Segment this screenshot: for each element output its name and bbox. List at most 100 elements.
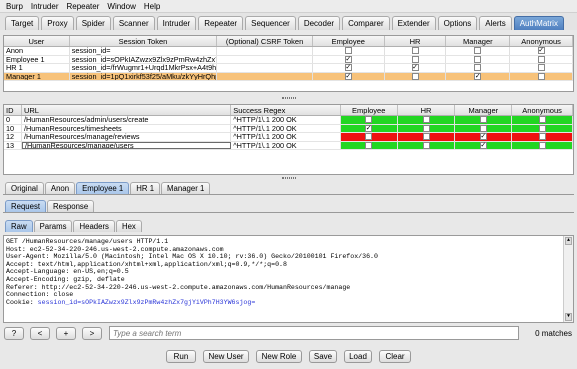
user-tab-original[interactable]: Original: [5, 182, 44, 194]
column-header-user[interactable]: User: [4, 36, 70, 46]
role-checkbox[interactable]: [538, 116, 546, 124]
role-checkbox[interactable]: ✓: [344, 64, 352, 72]
role-checkbox[interactable]: [479, 124, 487, 132]
tab-scanner[interactable]: Scanner: [112, 16, 155, 30]
role-checkbox[interactable]: ✓: [537, 47, 545, 55]
request-url[interactable]: /HumanResources/timesheets: [22, 124, 232, 132]
add-match-button[interactable]: +: [56, 326, 76, 340]
menu-window[interactable]: Window: [107, 2, 135, 11]
role-checkbox[interactable]: [537, 55, 545, 63]
request-row[interactable]: 13/HumanResources/manage/users ^HTTP/1\.1…: [4, 141, 573, 150]
splitter-handle[interactable]: [0, 95, 577, 100]
tab-response[interactable]: Response: [47, 200, 95, 212]
request-url[interactable]: /HumanResources/manage/reviews: [22, 133, 232, 141]
run-button[interactable]: Run: [166, 350, 196, 363]
tab-extender[interactable]: Extender: [391, 16, 436, 30]
role-checkbox[interactable]: [422, 124, 430, 132]
user-tab-hr-1[interactable]: HR 1: [130, 182, 161, 194]
role-checkbox[interactable]: [422, 141, 430, 149]
session-token[interactable]: session_id=sOPkIAZwzx9Zlx9zPmRw4zhZx7gjY…: [70, 55, 218, 63]
user-row[interactable]: Employee 1 session_id=sOPkIAZwzx9Zlx9zPmR…: [4, 55, 574, 64]
column-header-id[interactable]: ID: [4, 105, 22, 115]
role-checkbox[interactable]: [365, 116, 373, 124]
role-checkbox[interactable]: ✓: [474, 72, 482, 80]
user-tab-manager-1[interactable]: Manager 1: [161, 182, 211, 194]
user-tab-employee-1[interactable]: Employee 1: [76, 182, 130, 194]
tab-alerts[interactable]: Alerts: [479, 16, 512, 30]
scroll-down-icon[interactable]: ▼: [565, 313, 572, 321]
csrf-token[interactable]: [217, 72, 313, 80]
user-row[interactable]: Anon session_id= ✓: [4, 47, 574, 56]
role-checkbox[interactable]: [344, 47, 352, 55]
role-checkbox[interactable]: ✓: [344, 55, 352, 63]
request-url[interactable]: /HumanResources/admin/users/create: [22, 116, 232, 124]
tab-params[interactable]: Params: [33, 220, 73, 232]
role-checkbox[interactable]: ✓: [365, 124, 373, 132]
column-header-anonymous[interactable]: Anonymous: [512, 105, 573, 115]
tab-options[interactable]: Options: [437, 16, 478, 30]
csrf-token[interactable]: [217, 64, 313, 72]
clear-button[interactable]: Clear: [379, 350, 411, 363]
tab-target[interactable]: Target: [5, 16, 40, 30]
role-checkbox[interactable]: ✓: [479, 141, 487, 149]
column-header-manager[interactable]: Manager: [446, 36, 511, 46]
success-regex[interactable]: ^HTTP/1\.1 200 OK: [231, 133, 341, 141]
save-button[interactable]: Save: [309, 350, 337, 363]
menu-repeater[interactable]: Repeater: [66, 2, 99, 11]
help-button[interactable]: ?: [4, 326, 24, 340]
column-header-hr[interactable]: HR: [398, 105, 456, 115]
tab-repeater[interactable]: Repeater: [198, 16, 244, 30]
new-user-button[interactable]: New User: [203, 350, 249, 363]
tab-intruder[interactable]: Intruder: [156, 16, 197, 30]
new-role-button[interactable]: New Role: [256, 350, 302, 363]
menu-burp[interactable]: Burp: [6, 2, 23, 11]
column-header-employee[interactable]: Employee: [341, 105, 398, 115]
role-checkbox[interactable]: [411, 47, 419, 55]
role-checkbox[interactable]: ✓: [411, 64, 419, 72]
role-checkbox[interactable]: [365, 133, 373, 141]
raw-request-editor[interactable]: GET /HumanResources/manage/users HTTP/1.…: [3, 235, 574, 323]
user-row[interactable]: Manager 1 session_id=1pQ1xirkf53f25/aMku/…: [4, 72, 574, 81]
column-header-url[interactable]: URL: [22, 105, 232, 115]
scrollbar[interactable]: ▲ ▼: [563, 236, 573, 322]
success-regex[interactable]: ^HTTP/1\.1 200 OK: [231, 124, 341, 132]
role-checkbox[interactable]: [411, 55, 419, 63]
tab-spider[interactable]: Spider: [75, 16, 111, 30]
column-header-employee[interactable]: Employee: [313, 36, 385, 46]
tab-headers[interactable]: Headers: [73, 220, 115, 232]
role-checkbox[interactable]: [537, 72, 545, 80]
column-header-optional-csrf-token[interactable]: (Optional) CSRF Token: [217, 36, 313, 46]
column-header-hr[interactable]: HR: [385, 36, 447, 46]
role-checkbox[interactable]: ✓: [344, 72, 352, 80]
user-row[interactable]: HR 1 session_id=/frWugmr1+Urqd1MkrPsx+A4t…: [4, 64, 574, 73]
role-checkbox[interactable]: [474, 55, 482, 63]
column-header-manager[interactable]: Manager: [455, 105, 513, 115]
menu-help[interactable]: Help: [144, 2, 160, 11]
role-checkbox[interactable]: [422, 116, 430, 124]
role-checkbox[interactable]: [474, 47, 482, 55]
tab-decoder[interactable]: Decoder: [297, 16, 341, 30]
role-checkbox[interactable]: ✓: [479, 133, 487, 141]
tab-raw[interactable]: Raw: [5, 220, 33, 232]
success-regex[interactable]: ^HTTP/1\.1 200 OK: [231, 116, 341, 124]
tab-comparer[interactable]: Comparer: [342, 16, 390, 30]
role-checkbox[interactable]: [537, 64, 545, 72]
column-header-session-token[interactable]: Session Token: [70, 36, 218, 46]
role-checkbox[interactable]: [411, 72, 419, 80]
request-row[interactable]: 0/HumanResources/admin/users/create ^HTTP…: [4, 116, 573, 125]
request-row[interactable]: 10/HumanResources/timesheets ^HTTP/1\.1 2…: [4, 124, 573, 133]
next-match-button[interactable]: >: [82, 326, 102, 340]
request-url[interactable]: /HumanResources/manage/users: [21, 141, 232, 149]
load-button[interactable]: Load: [344, 350, 372, 363]
tab-authmatrix[interactable]: AuthMatrix: [513, 16, 564, 30]
session-token[interactable]: session_id=/frWugmr1+Urqd1MkrPsx+A4t9hi+…: [70, 64, 218, 72]
menu-intruder[interactable]: Intruder: [31, 2, 59, 11]
session-token[interactable]: session_id=: [70, 47, 218, 55]
scroll-up-icon[interactable]: ▲: [565, 237, 572, 245]
csrf-token[interactable]: [217, 47, 313, 55]
role-checkbox[interactable]: [422, 133, 430, 141]
success-regex[interactable]: ^HTTP/1\.1 200 OK: [231, 141, 341, 149]
role-checkbox[interactable]: [474, 64, 482, 72]
search-input[interactable]: [109, 326, 519, 340]
column-header-success-regex[interactable]: Success Regex: [231, 105, 341, 115]
